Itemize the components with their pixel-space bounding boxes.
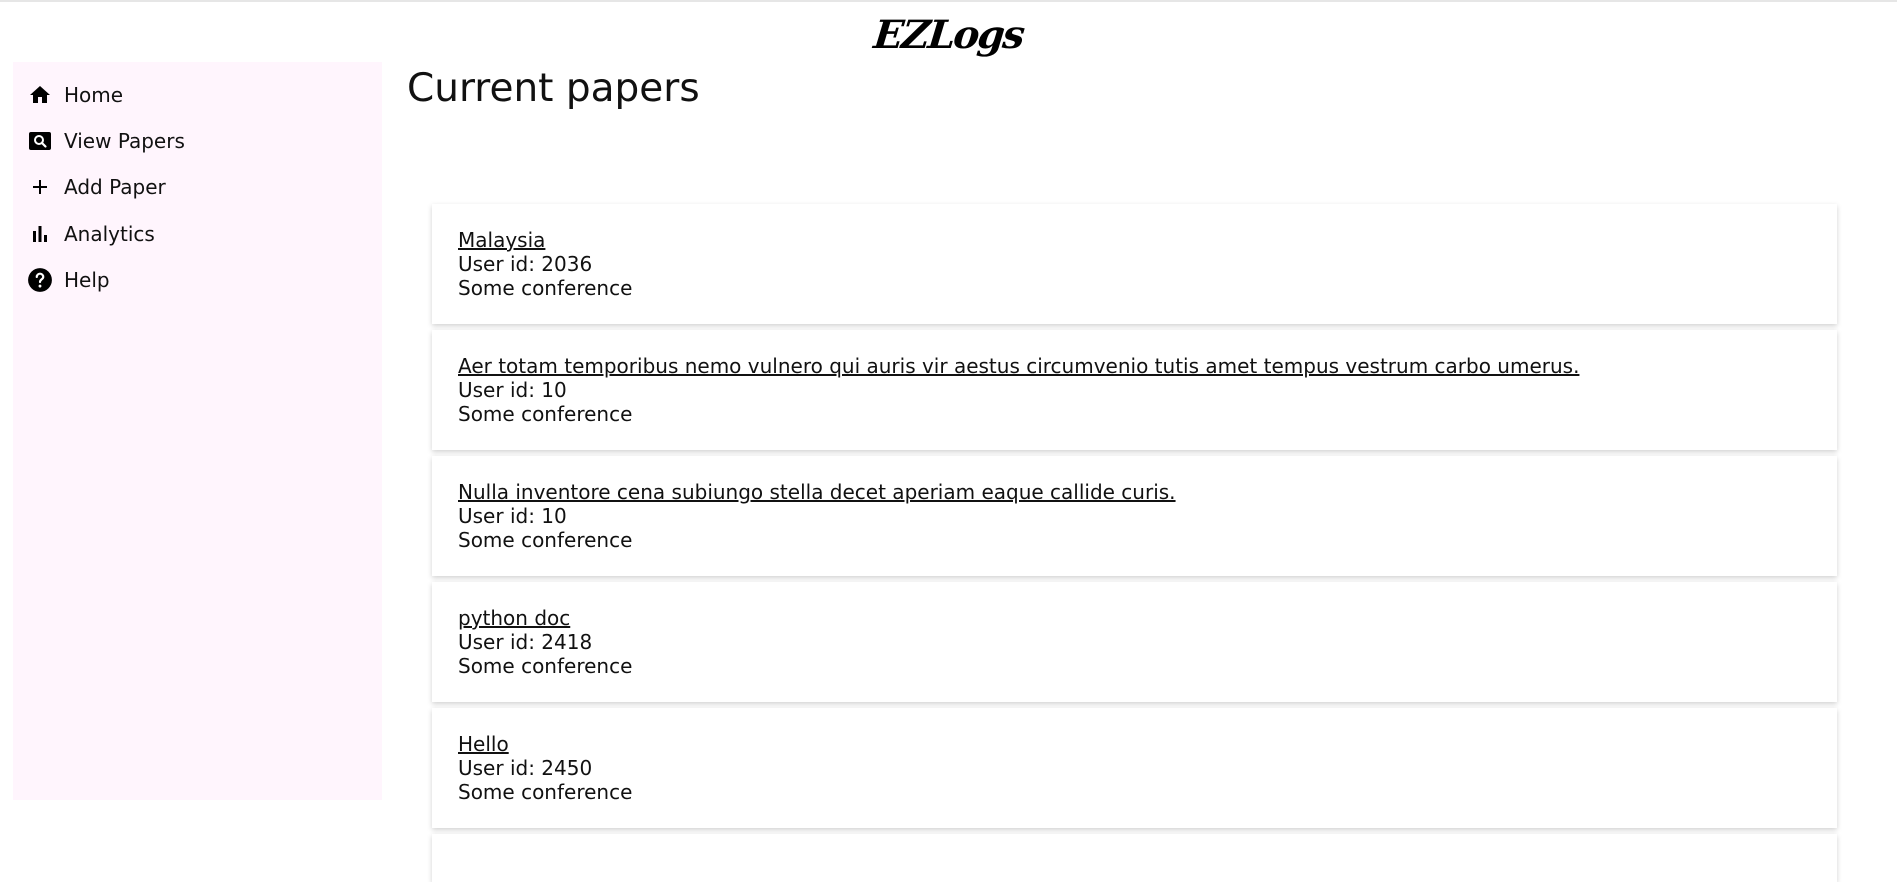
- paper-conference: Some conference: [458, 402, 633, 426]
- paper-title-link[interactable]: python doc: [458, 606, 1811, 630]
- sidebar-item-label: View Papers: [64, 129, 185, 153]
- sidebar-item-analytics[interactable]: Analytics: [27, 216, 155, 252]
- paper-card: python doc User id: 2418 Some conference: [432, 582, 1837, 702]
- sidebar-item-label: Help: [64, 268, 110, 292]
- paper-title-link[interactable]: Malaysia: [458, 228, 1811, 252]
- paper-card: Hello User id: 2450 Some conference: [432, 708, 1837, 828]
- paper-conference: Some conference: [458, 528, 633, 552]
- paper-user-id: User id: 2450: [458, 756, 593, 780]
- paper-user-id: User id: 10: [458, 378, 567, 402]
- sidebar-item-home[interactable]: Home: [27, 77, 123, 113]
- search-icon: [27, 128, 53, 154]
- paper-card-partial: [432, 834, 1837, 882]
- paper-conference: Some conference: [458, 780, 633, 804]
- sidebar-item-label: Add Paper: [64, 175, 166, 199]
- paper-conference: Some conference: [458, 276, 633, 300]
- logo[interactable]: EZLogs: [872, 12, 1026, 58]
- sidebar: Home View Papers Add Paper Analytics Hel…: [13, 62, 382, 800]
- sidebar-item-label: Home: [64, 83, 124, 107]
- sidebar-item-help[interactable]: Help: [27, 262, 110, 298]
- help-icon: [27, 267, 53, 293]
- paper-user-id: User id: 2418: [458, 630, 593, 654]
- paper-title-link[interactable]: Hello: [458, 732, 1811, 756]
- paper-card: Nulla inventore cena subiungo stella dec…: [432, 456, 1837, 576]
- paper-user-id: User id: 2036: [458, 252, 593, 276]
- bar-chart-icon: [27, 221, 53, 247]
- paper-title-link[interactable]: Aer totam temporibus nemo vulnero qui au…: [458, 354, 1811, 378]
- home-icon: [27, 82, 53, 108]
- paper-card: Malaysia User id: 2036 Some conference: [432, 204, 1837, 324]
- plus-icon: [27, 174, 53, 200]
- page-title: Current papers: [407, 66, 700, 111]
- header: EZLogs: [0, 2, 1897, 60]
- paper-user-id: User id: 10: [458, 504, 567, 528]
- sidebar-item-label: Analytics: [64, 222, 155, 246]
- main-content: Current papers Malaysia User id: 2036 So…: [407, 62, 1897, 882]
- paper-card: Aer totam temporibus nemo vulnero qui au…: [432, 330, 1837, 450]
- sidebar-item-view-papers[interactable]: View Papers: [27, 123, 185, 159]
- sidebar-item-add-paper[interactable]: Add Paper: [27, 169, 166, 205]
- paper-conference: Some conference: [458, 654, 633, 678]
- paper-title-link[interactable]: Nulla inventore cena subiungo stella dec…: [458, 480, 1811, 504]
